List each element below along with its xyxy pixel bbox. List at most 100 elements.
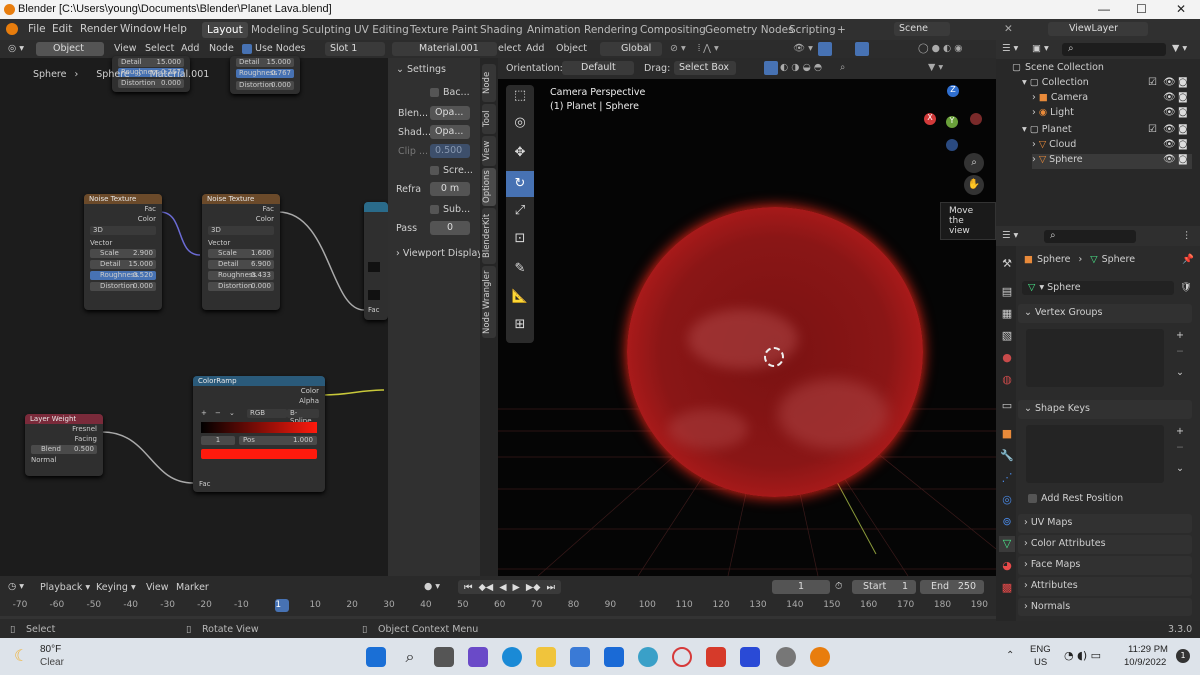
shape-keys-section[interactable]: ⌄ Shape Keys bbox=[1018, 400, 1192, 419]
color-ramp-gradient[interactable] bbox=[201, 422, 317, 433]
weather-temp[interactable]: 80°F bbox=[40, 644, 61, 655]
roughness-field[interactable]: Roughness 0.767 bbox=[236, 69, 294, 78]
eye-icon[interactable]: 👁 bbox=[1163, 124, 1176, 135]
tab-node[interactable]: Node bbox=[482, 64, 496, 102]
weather-moon-icon[interactable]: ☾ bbox=[14, 646, 28, 665]
eye-icon[interactable]: 👁 bbox=[1163, 154, 1176, 165]
region-indicator[interactable]: US bbox=[1034, 657, 1047, 668]
collection-tab-icon[interactable]: ▭ bbox=[999, 398, 1015, 414]
tab-tool[interactable]: Tool bbox=[482, 104, 496, 134]
distortion-field[interactable]: Distortion 0.000 bbox=[208, 282, 274, 291]
fake-user-icon[interactable]: 🛡 bbox=[1180, 282, 1192, 293]
chevron-down-icon[interactable]: ⌄ bbox=[1176, 367, 1184, 378]
annotate-tool-icon[interactable]: ✎ bbox=[508, 261, 532, 283]
menu-window[interactable]: Window bbox=[120, 23, 161, 35]
menu-render[interactable]: Render bbox=[80, 23, 117, 35]
detail-field[interactable]: Detail 15.000 bbox=[118, 58, 184, 67]
3d-viewport[interactable]: Camera Perspective (1) Planet | Sphere ⬚… bbox=[498, 79, 996, 576]
scene-tab-icon[interactable]: ● bbox=[999, 350, 1015, 366]
filter-icon[interactable]: ▼ ▾ bbox=[1172, 43, 1187, 54]
eye-icon[interactable]: 👁 bbox=[1163, 92, 1176, 103]
eye-icon[interactable]: 👁 bbox=[1163, 139, 1176, 150]
edge-icon[interactable] bbox=[502, 647, 522, 667]
gizmo-toggle-icon[interactable] bbox=[818, 42, 832, 56]
viewport-display-header[interactable]: › Viewport Display bbox=[396, 248, 483, 259]
rotate-tool-icon[interactable]: ↻ bbox=[506, 171, 534, 197]
add-stop-button[interactable]: + bbox=[201, 409, 207, 417]
settings-gear-icon[interactable] bbox=[776, 647, 796, 667]
object-tab-icon[interactable]: ■ bbox=[999, 426, 1015, 442]
overlay-toggle-icon[interactable] bbox=[855, 42, 869, 56]
menu-add[interactable]: Add bbox=[526, 43, 544, 54]
color-attributes-section[interactable]: › Color Attributes bbox=[1018, 535, 1192, 554]
menu-help[interactable]: Help bbox=[163, 23, 187, 35]
outliner-item-collection[interactable]: ▾ ▢ Collection bbox=[1022, 77, 1089, 92]
tab-modeling[interactable]: Modeling bbox=[246, 22, 304, 38]
filter-icon[interactable]: ▼ ▾ bbox=[928, 62, 943, 73]
material-tab-icon[interactable]: ◕ bbox=[999, 558, 1015, 574]
distortion-field[interactable]: Distortion 0.000 bbox=[236, 81, 294, 90]
use-nodes-checkbox[interactable] bbox=[242, 44, 252, 54]
remove-vertex-group-button[interactable]: − bbox=[1176, 346, 1184, 357]
camera-render-icon[interactable]: ◙ bbox=[1178, 92, 1188, 103]
z-axis-icon[interactable]: Z bbox=[947, 85, 959, 97]
select-modes-icon[interactable]: ◐ ◑ ◒ ◓ bbox=[780, 62, 822, 73]
move-tool-icon[interactable]: ✥ bbox=[508, 145, 532, 167]
render-tab-icon[interactable]: ▤ bbox=[999, 284, 1015, 300]
stop-index-field[interactable]: 1 bbox=[201, 436, 235, 445]
menu-object[interactable]: Object bbox=[556, 43, 587, 54]
blender-taskbar-icon[interactable] bbox=[810, 647, 830, 667]
editor-type-icon[interactable]: ☰ ▾ bbox=[1002, 230, 1018, 241]
shading-modes-icon[interactable]: ◯ ● ◐ ◉ bbox=[918, 43, 963, 54]
menu-file[interactable]: File bbox=[28, 23, 46, 35]
outliner-search-input[interactable]: ⌕ bbox=[1062, 43, 1166, 56]
orientation-dropdown[interactable]: Default bbox=[562, 61, 634, 75]
slot-dropdown[interactable]: Slot 1 bbox=[325, 42, 385, 56]
app-icon-2[interactable] bbox=[740, 647, 760, 667]
maximize-button[interactable]: ☐ bbox=[1136, 2, 1147, 16]
transform-tool-icon[interactable]: ⊡ bbox=[508, 231, 532, 253]
world-tab-icon[interactable]: ◍ bbox=[999, 372, 1015, 388]
display-mode-icon[interactable]: ▣ ▾ bbox=[1032, 43, 1049, 54]
screen-refraction-checkbox[interactable] bbox=[430, 166, 439, 175]
normals-section[interactable]: › Normals bbox=[1018, 598, 1192, 616]
material-selector[interactable]: Material.001 bbox=[392, 42, 497, 56]
detail-field[interactable]: Detail 6.900 bbox=[208, 260, 274, 269]
modifier-tab-icon[interactable]: 🔧 bbox=[999, 448, 1015, 464]
remove-shape-key-button[interactable]: − bbox=[1176, 442, 1184, 453]
language-indicator[interactable]: ENG bbox=[1030, 644, 1051, 655]
search-icon[interactable]: ⌕ bbox=[840, 62, 845, 73]
output-tab-icon[interactable]: ▦ bbox=[999, 306, 1015, 322]
minimize-button[interactable]: — bbox=[1098, 2, 1110, 16]
physics-tab-icon[interactable]: ◎ bbox=[999, 492, 1015, 508]
colorramp-node[interactable]: ColorRamp Color Alpha + − ⌄ RGB B-Spline… bbox=[193, 376, 325, 492]
add-cube-tool-icon[interactable]: ⊞ bbox=[508, 317, 532, 339]
dimension-dropdown[interactable]: 3D bbox=[208, 226, 274, 235]
store-icon[interactable] bbox=[570, 647, 590, 667]
interpolation-dropdown[interactable]: B-Spline bbox=[287, 409, 319, 425]
options-icon[interactable]: ⋮ bbox=[1182, 230, 1192, 241]
file-explorer-icon[interactable] bbox=[536, 647, 556, 667]
eye-icon[interactable]: 👁 bbox=[1163, 77, 1176, 88]
start-windows-icon[interactable] bbox=[366, 647, 386, 667]
blender-menu-icon[interactable] bbox=[6, 23, 18, 35]
drag-dropdown[interactable]: Select Box bbox=[674, 61, 736, 75]
noise-texture-node-2[interactable]: Noise Texture Fac Color 3D Vector Scale 1… bbox=[202, 194, 280, 310]
neg-x-axis-icon[interactable] bbox=[970, 113, 982, 125]
tab-shading[interactable]: Shading bbox=[475, 22, 528, 38]
neg-z-axis-icon[interactable] bbox=[946, 139, 958, 151]
vertex-groups-list[interactable] bbox=[1026, 329, 1164, 387]
notification-badge[interactable]: 1 bbox=[1176, 649, 1190, 663]
y-axis-icon[interactable]: Y bbox=[946, 116, 958, 128]
texture-tab-icon[interactable]: ▩ bbox=[999, 580, 1015, 596]
tab-options[interactable]: Options bbox=[482, 168, 496, 206]
hand-pan-icon[interactable]: ✋ bbox=[964, 175, 984, 195]
frame-ruler[interactable]: -70 -60 -50 -40 -30 -20 -10 1 10 20 30 40 50 60 70 80 90… bbox=[0, 576, 996, 621]
chevron-down-icon[interactable]: ⌄ bbox=[229, 409, 235, 417]
view-layer-tab-icon[interactable]: ▧ bbox=[999, 328, 1015, 344]
tab-texture-paint[interactable]: Texture Paint bbox=[405, 22, 483, 38]
scale-tool-icon[interactable]: ⤢ bbox=[508, 203, 532, 225]
tab-node-wrangler[interactable]: Node Wrangler bbox=[482, 266, 496, 338]
menu-select[interactable]: elect bbox=[498, 43, 521, 54]
refraction-depth-field[interactable]: 0 m bbox=[430, 182, 470, 196]
